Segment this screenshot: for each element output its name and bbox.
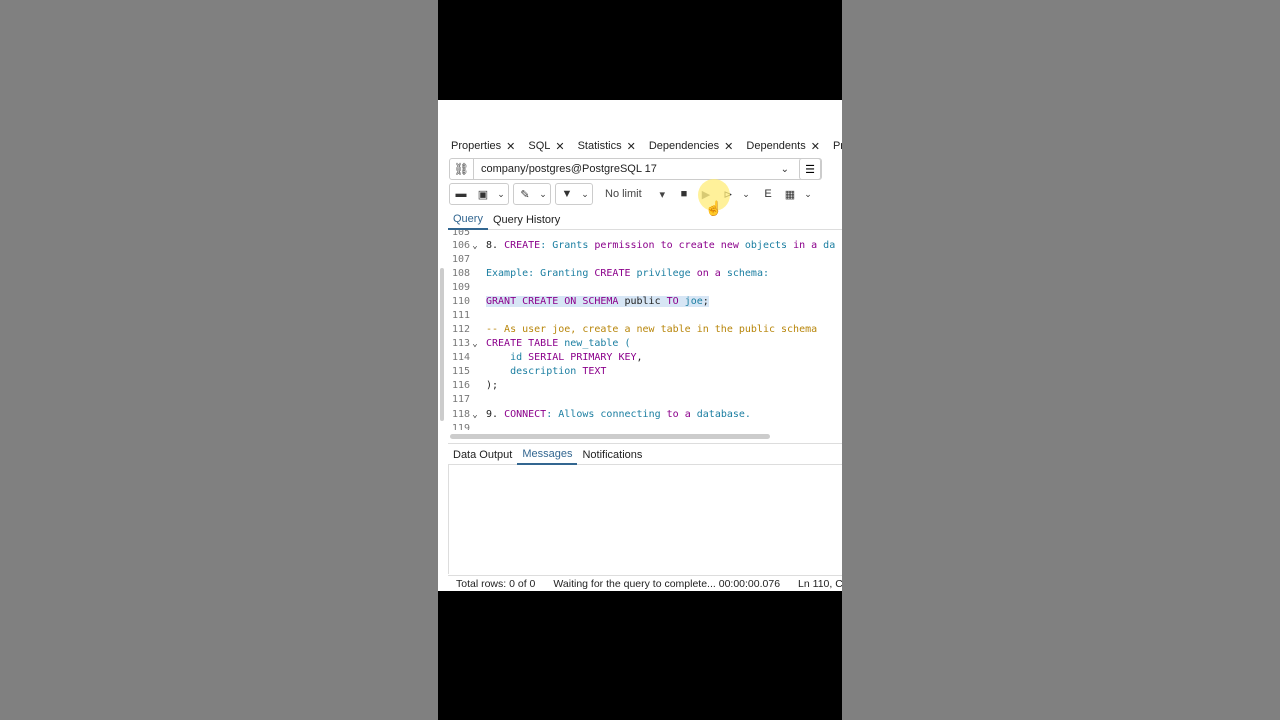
query-status: Waiting for the query to complete... 00:… xyxy=(553,577,781,590)
tab-statistics[interactable]: Statistics ✕ xyxy=(565,136,636,156)
tab-data-output[interactable]: Data Output xyxy=(448,444,517,465)
line-number: 116 xyxy=(451,380,470,391)
line-number: 110 xyxy=(451,296,470,307)
line-number: 107 xyxy=(451,254,470,265)
code-line: 119 xyxy=(448,422,842,430)
filter-icon[interactable]: ▼ xyxy=(556,184,578,204)
close-icon[interactable]: ✕ xyxy=(811,140,820,153)
total-rows: Total rows: 0 of 0 xyxy=(456,577,536,590)
line-number: 118 xyxy=(451,409,470,420)
tab-label: Statistics xyxy=(577,140,622,152)
tab-label: SQL xyxy=(528,140,551,152)
messages-panel xyxy=(448,465,842,574)
code-line: 106 ⌄ 8. CREATE: Grants permission to crea… xyxy=(448,239,842,253)
tab-label: Dependencies xyxy=(648,140,720,152)
chevron-down-icon[interactable]: ⌄ xyxy=(801,184,815,204)
tab-query-history[interactable]: Query History xyxy=(488,210,565,230)
stop-icon[interactable]: ■ xyxy=(673,184,695,204)
row-limit-select[interactable]: No limit ▾ xyxy=(597,188,673,201)
tab-messages[interactable]: Messages xyxy=(517,444,578,465)
code-line: 107 xyxy=(448,253,842,267)
result-tabs: Data Output Messages Notifications xyxy=(448,443,842,465)
tab-properties[interactable]: Properties ✕ xyxy=(438,136,515,156)
horizontal-scrollbar[interactable] xyxy=(450,434,770,439)
chevron-down-icon[interactable]: ⌄ xyxy=(578,184,592,204)
chevron-down-icon[interactable]: ⌄ xyxy=(739,184,753,204)
tab-query[interactable]: Query xyxy=(448,210,488,230)
tab-sql[interactable]: SQL ✕ xyxy=(515,136,564,156)
line-number: 115 xyxy=(451,366,470,377)
pencil-icon[interactable]: ✎ xyxy=(514,184,536,204)
file-group: ▬ ▣ ⌄ xyxy=(449,183,509,205)
tab-dependents[interactable]: Dependents ✕ xyxy=(733,136,820,156)
close-icon[interactable]: ✕ xyxy=(724,140,733,153)
caret-down-icon: ▾ xyxy=(659,188,665,201)
query-toolbar: ▬ ▣ ⌄ ✎ ⌄ ▼ ⌄ No limit▾ ■ ▶ ⊳ ⌄ E ▦ xyxy=(449,183,842,205)
explain-analyze-icon[interactable]: E xyxy=(757,184,779,204)
code-line: 116); xyxy=(448,379,842,393)
line-number: 113 xyxy=(451,338,470,349)
fold-icon[interactable]: ⌄ xyxy=(470,337,480,351)
tab-processes[interactable]: Processes xyxy=(820,136,842,156)
chevron-down-icon[interactable]: ⌄ xyxy=(781,164,789,175)
editor-tabs: Query Query History xyxy=(448,210,842,230)
code-line: 108 Example: Granting CREATE privilege on… xyxy=(448,267,842,281)
code-line: 113 ⌄ CREATE TABLE new_table ( xyxy=(448,337,842,351)
code-line: 112 -- As user joe, create a new table in… xyxy=(448,323,842,337)
code-line: 111 xyxy=(448,309,842,323)
code-line: 110 GRANT CREATE ON SCHEMA public TO joe; xyxy=(448,295,842,309)
code-line: 118 ⌄ 9. CONNECT: Allows connecting to a d… xyxy=(448,408,842,422)
edit-group: ✎ ⌄ xyxy=(513,183,551,205)
connection-select[interactable]: ⛓ company/postgres@PostgreSQL 17 ⌄ xyxy=(449,158,822,180)
open-folder-icon[interactable]: ▬ xyxy=(450,184,472,204)
line-number: 117 xyxy=(451,394,470,405)
code-line: 115 description TEXT xyxy=(448,365,842,379)
explain-group: E ▦ ⌄ xyxy=(757,183,815,205)
close-icon[interactable]: ✕ xyxy=(555,140,564,153)
vertical-scrollbar[interactable] xyxy=(440,268,444,421)
cursor-position: Ln 110, Co xyxy=(798,577,842,590)
chevron-down-icon[interactable]: ⌄ xyxy=(536,184,550,204)
status-bar: Total rows: 0 of 0 Waiting for the query… xyxy=(448,575,842,591)
tab-label: Processes xyxy=(832,140,842,152)
code-line: 109 xyxy=(448,281,842,295)
fold-icon[interactable]: ⌄ xyxy=(470,239,480,253)
close-icon[interactable]: ✕ xyxy=(627,140,636,153)
chart-icon[interactable]: ▦ xyxy=(779,184,801,204)
fold-icon[interactable]: ⌄ xyxy=(470,408,480,422)
pgadmin-window: Properties ✕ SQL ✕ Statistics ✕ Dependencie… xyxy=(438,100,842,591)
limit-label: No limit xyxy=(605,188,642,200)
panel-tabs: Properties ✕ SQL ✕ Statistics ✕ Dependencie… xyxy=(438,136,842,156)
line-number: 119 xyxy=(451,423,470,430)
save-icon[interactable]: ▣ xyxy=(472,184,494,204)
video-frame: Properties ✕ SQL ✕ Statistics ✕ Dependencie… xyxy=(438,0,842,720)
line-number: 114 xyxy=(451,352,470,363)
chevron-down-icon[interactable]: ⌄ xyxy=(494,184,508,204)
code-line: 117 xyxy=(448,393,842,407)
code-line: 114 id SERIAL PRIMARY KEY, xyxy=(448,351,842,365)
tab-label: Properties xyxy=(451,140,502,152)
tab-dependencies[interactable]: Dependencies ✕ xyxy=(636,136,734,156)
close-icon[interactable]: ✕ xyxy=(506,140,515,153)
line-number: 111 xyxy=(451,310,470,321)
tab-label: Dependents xyxy=(746,140,806,152)
line-number: 109 xyxy=(451,282,470,293)
filter-group: ▼ ⌄ xyxy=(555,183,593,205)
line-number: 106 xyxy=(451,240,470,251)
link-icon[interactable]: ⛓ xyxy=(450,159,474,179)
tab-notifications[interactable]: Notifications xyxy=(577,444,647,465)
sql-editor[interactable]: 105 106 ⌄ 8. CREATE: Grants permission to … xyxy=(448,230,842,430)
database-stack-icon[interactable]: ☰ xyxy=(799,158,821,180)
line-number: 108 xyxy=(451,268,470,279)
line-number: 112 xyxy=(451,324,470,335)
connection-label: company/postgres@PostgreSQL 17 xyxy=(481,163,657,175)
